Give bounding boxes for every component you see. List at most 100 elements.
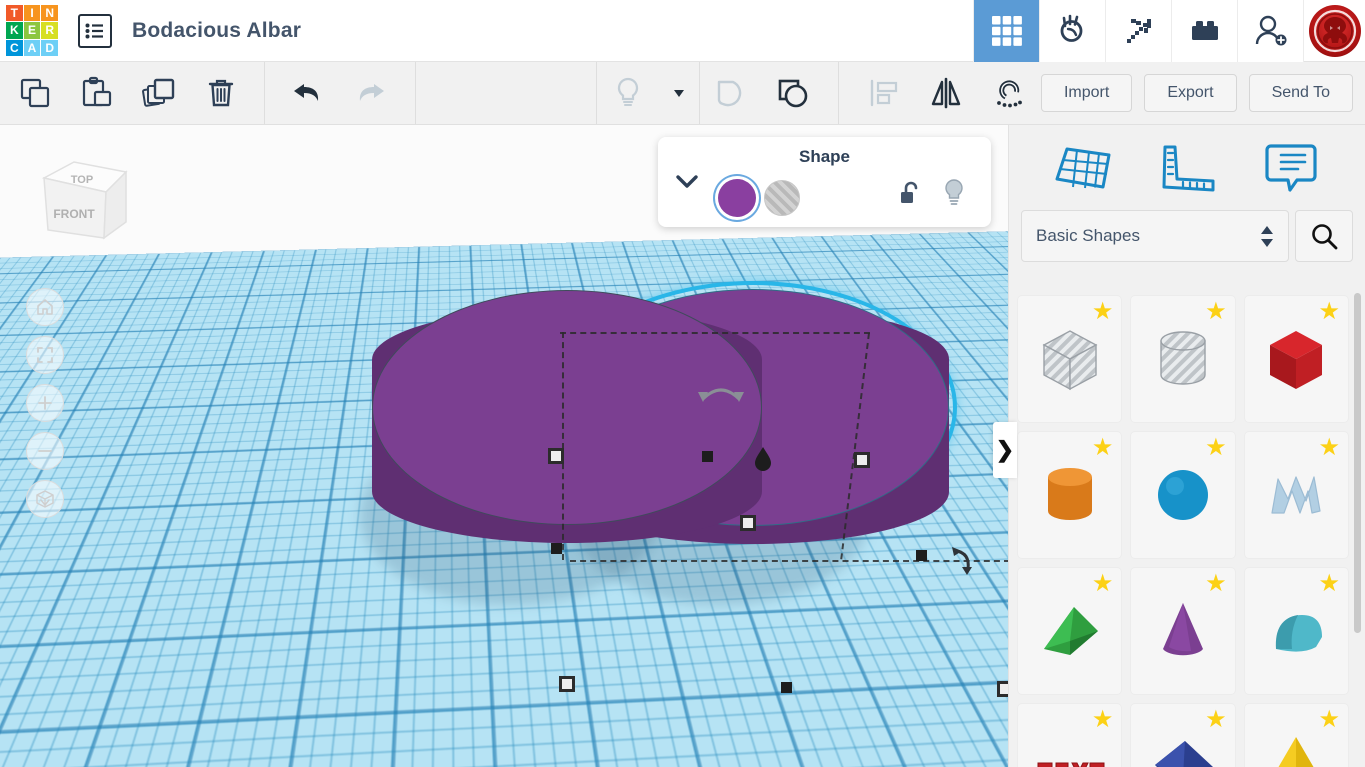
note-tool-button[interactable] xyxy=(1256,138,1326,198)
send-to-button[interactable]: Send To xyxy=(1248,74,1353,112)
star-icon[interactable]: ★ xyxy=(1205,300,1227,324)
undo-icon xyxy=(294,84,319,101)
shape-card-sphere[interactable]: ★ xyxy=(1130,431,1236,559)
home-view-button[interactable] xyxy=(26,288,64,326)
duplicate-button[interactable] xyxy=(128,62,190,124)
user-avatar-button[interactable] xyxy=(1303,0,1365,62)
delete-button[interactable] xyxy=(190,62,252,124)
select-spinner-icon xyxy=(1260,225,1274,247)
shape-search-button[interactable] xyxy=(1295,210,1353,262)
midpoint-handle-left[interactable] xyxy=(551,543,562,554)
shapes-search-row: Basic Shapes xyxy=(1009,210,1365,262)
selection-dash-bottom xyxy=(570,560,1008,562)
ungroup-button[interactable] xyxy=(762,62,824,124)
star-icon[interactable]: ★ xyxy=(1205,436,1227,460)
lock-toggle-button[interactable] xyxy=(898,180,924,213)
solid-color-swatch[interactable] xyxy=(718,179,756,217)
magnet-snap-icon xyxy=(997,80,1022,108)
resize-handle-bottom-left[interactable] xyxy=(559,676,575,692)
star-icon[interactable]: ★ xyxy=(1092,708,1114,732)
import-button[interactable]: Import xyxy=(1040,74,1133,112)
group-button[interactable] xyxy=(700,62,762,124)
shape-card-roof[interactable]: ★ xyxy=(1243,567,1349,695)
panel-collapse-tab[interactable]: ❯ xyxy=(993,422,1017,478)
star-icon[interactable]: ★ xyxy=(1318,300,1340,324)
tinkercad-logo[interactable]: TIN KER CAD xyxy=(6,4,58,57)
midpoint-handle-right[interactable] xyxy=(916,550,927,561)
star-icon[interactable]: ★ xyxy=(1318,708,1340,732)
minus-icon xyxy=(38,450,52,452)
midpoint-handle-top[interactable] xyxy=(702,451,713,462)
shape-card-cylinder[interactable]: ★ xyxy=(1017,431,1123,559)
add-user-button[interactable] xyxy=(1237,0,1303,62)
export-button[interactable]: Export xyxy=(1144,74,1237,112)
star-icon[interactable]: ★ xyxy=(1092,572,1114,596)
shape-card-polygon[interactable]: ★ xyxy=(1130,703,1236,767)
shapes-scrollbar[interactable] xyxy=(1354,293,1361,633)
shape-card-wedge[interactable]: ★ xyxy=(1017,567,1123,695)
minecraft-pickaxe-button[interactable] xyxy=(1105,0,1171,62)
resize-handle-top-left[interactable] xyxy=(548,448,564,464)
shape-card-pyramid[interactable]: ★ xyxy=(1243,703,1349,767)
undo-button[interactable] xyxy=(277,62,339,124)
snap-magnet-button[interactable] xyxy=(977,62,1039,124)
star-icon[interactable]: ★ xyxy=(1205,572,1227,596)
shape-light-button[interactable] xyxy=(942,178,966,213)
fit-to-view-button[interactable] xyxy=(26,336,64,374)
logo-cell-d: D xyxy=(41,39,58,57)
shape-card-cone[interactable]: ★ xyxy=(1130,567,1236,695)
resize-handle-center[interactable] xyxy=(740,515,756,531)
midpoint-handle-bottom[interactable] xyxy=(781,682,792,693)
designs-list-button[interactable] xyxy=(78,13,112,48)
ruler-tool-button[interactable] xyxy=(1152,138,1222,198)
shape-card-scribble[interactable]: ★ xyxy=(1243,431,1349,559)
star-icon[interactable]: ★ xyxy=(1318,572,1340,596)
plus-icon xyxy=(38,396,52,410)
toolbar-divider xyxy=(264,62,265,124)
paste-button[interactable] xyxy=(66,62,128,124)
tinkercad-app: TINKERCAD Bodacious Albar Import Export … xyxy=(0,0,1365,767)
grid-view-button[interactable] xyxy=(973,0,1039,62)
design-title[interactable]: Bodacious Albar xyxy=(132,19,301,43)
star-icon[interactable]: ★ xyxy=(1092,436,1114,460)
add-user-icon xyxy=(1255,15,1286,45)
mirror-button[interactable] xyxy=(915,62,977,124)
pickaxe-icon xyxy=(1126,18,1151,43)
shape-card-cylinder-hole[interactable]: ★ xyxy=(1130,295,1236,423)
star-icon[interactable]: ★ xyxy=(1092,300,1114,324)
zoom-out-button[interactable] xyxy=(26,432,64,470)
hole-swatch[interactable] xyxy=(764,180,800,216)
view-cube[interactable]: TOP FRONT xyxy=(28,150,138,255)
tinker-hand-icon xyxy=(1060,14,1082,42)
ruler-icon xyxy=(1162,145,1215,191)
copy-icon xyxy=(20,78,50,108)
star-icon[interactable]: ★ xyxy=(1205,708,1227,732)
shape-card-box-hole[interactable]: ★ xyxy=(1017,295,1123,423)
resize-handle-bottom-right[interactable] xyxy=(997,681,1008,697)
align-button[interactable] xyxy=(853,62,915,124)
grid-view-icon xyxy=(991,15,1022,46)
light-dropdown-button[interactable] xyxy=(659,62,699,124)
lego-brick-button[interactable] xyxy=(1171,0,1237,62)
logo-cell-k: K xyxy=(6,22,23,39)
logo-cell-t: T xyxy=(6,4,23,22)
logo-cell-a: A xyxy=(23,39,41,57)
shape-card-box[interactable]: ★ xyxy=(1243,295,1349,423)
shape-panel-collapse-button[interactable] xyxy=(674,173,700,196)
copy-button[interactable] xyxy=(4,62,66,124)
shape-card-text[interactable]: ★ xyxy=(1017,703,1123,767)
resize-handle-top-right[interactable] xyxy=(854,452,870,468)
ortho-perspective-button[interactable] xyxy=(26,480,64,518)
zoom-in-button[interactable] xyxy=(26,384,64,422)
home-icon xyxy=(37,299,53,315)
tinker-hand-button[interactable] xyxy=(1039,0,1105,62)
light-toggle-button[interactable] xyxy=(597,62,659,124)
app-header: TIN KER CAD Bodacious Albar xyxy=(0,0,1365,62)
workplane-tool-button[interactable] xyxy=(1048,138,1118,198)
logo-cell-r: R xyxy=(41,22,58,39)
redo-button[interactable] xyxy=(339,62,401,124)
shapes-panel: Basic Shapes ★ ★ ★ ★ ★ ★ ★ ★ ★ ★ ★ ★ xyxy=(1008,125,1365,767)
paste-icon xyxy=(82,76,112,107)
star-icon[interactable]: ★ xyxy=(1318,436,1340,460)
shape-category-select[interactable]: Basic Shapes xyxy=(1021,210,1289,262)
